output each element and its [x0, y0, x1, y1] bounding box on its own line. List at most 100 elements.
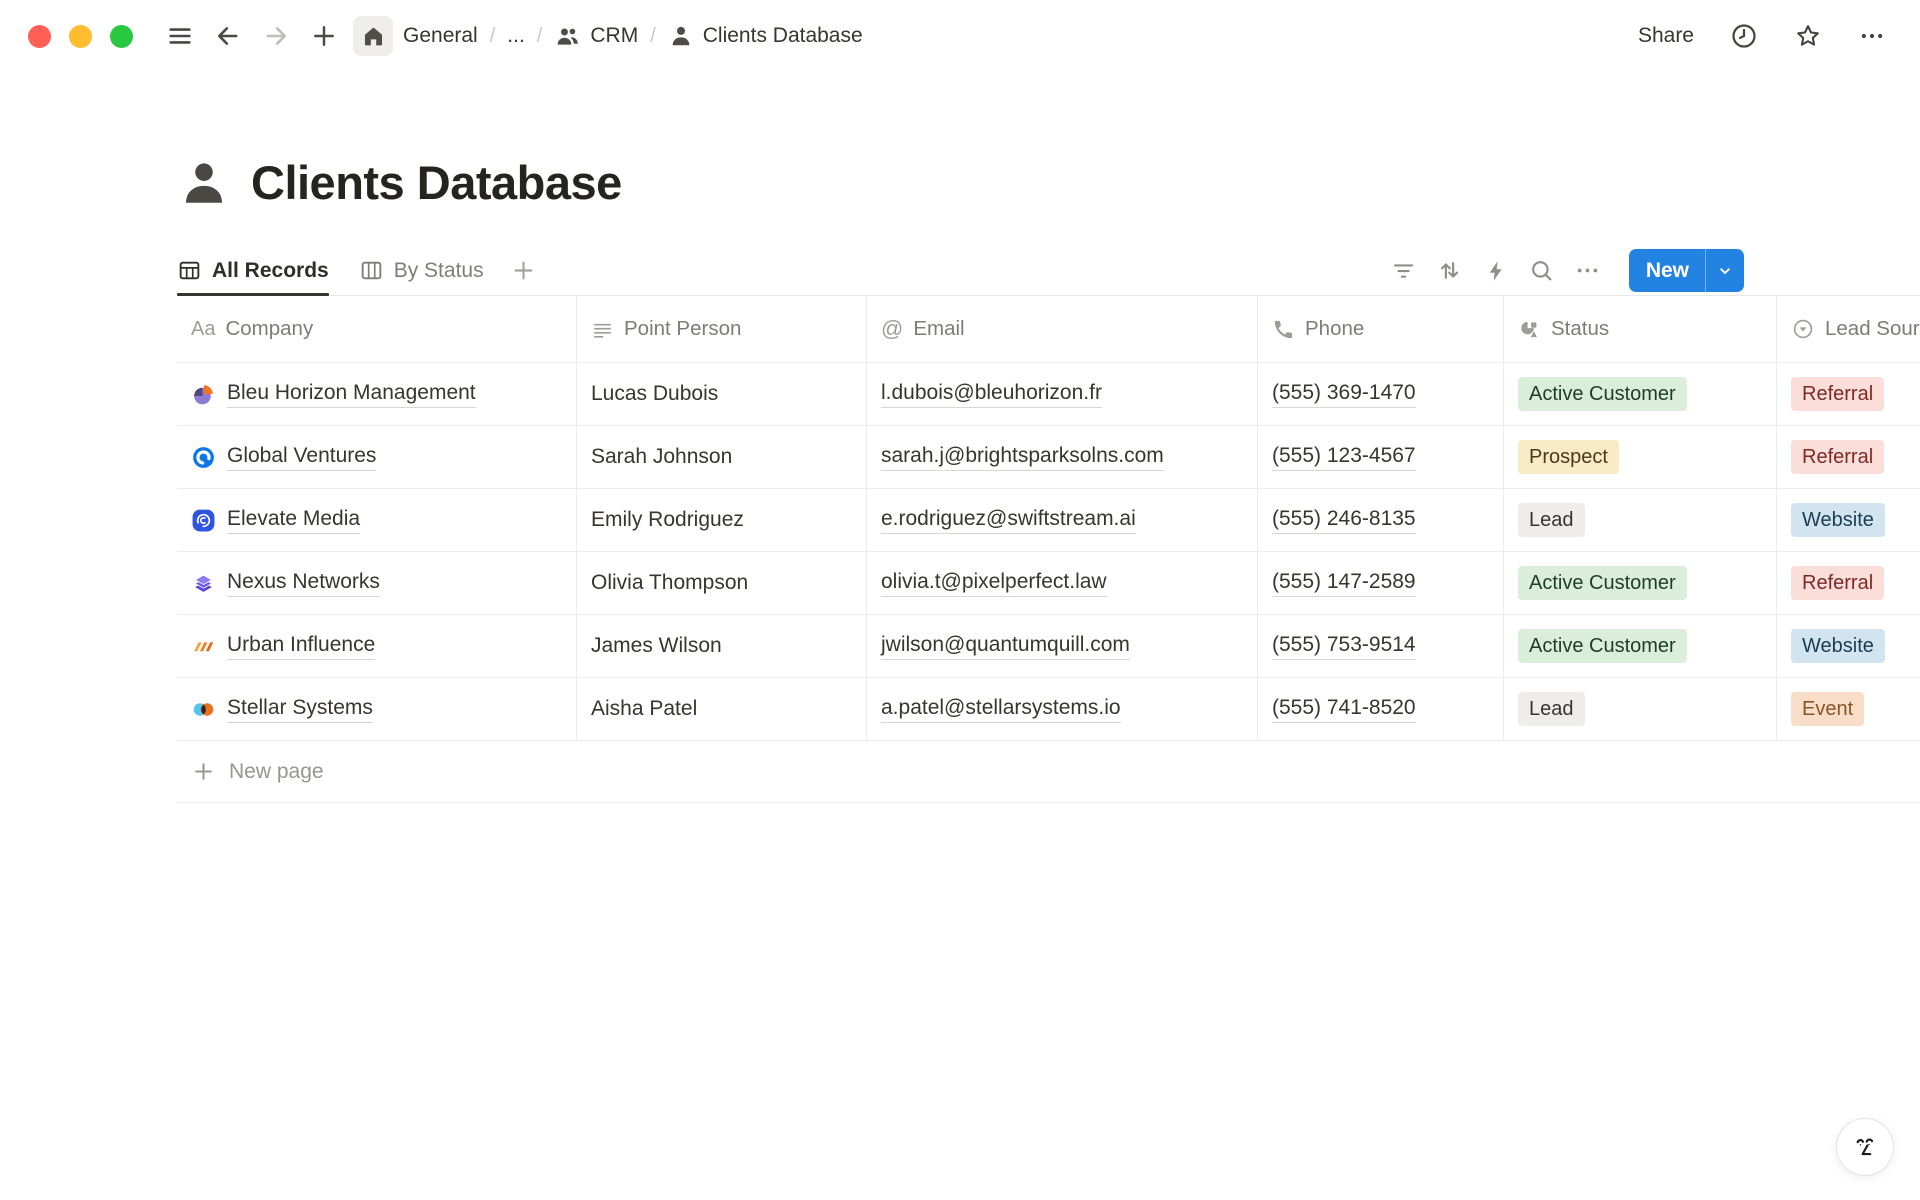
cell-lead-source[interactable]: Referral: [1777, 363, 1920, 425]
cell-company[interactable]: Stellar Systems: [177, 678, 577, 740]
breadcrumb-separator: /: [490, 25, 496, 48]
company-link[interactable]: Nexus Networks: [227, 569, 380, 597]
cell-status[interactable]: Lead: [1504, 678, 1777, 740]
column-header-point-person[interactable]: Point Person: [577, 296, 867, 362]
cell-email[interactable]: e.rodriguez@swiftstream.ai: [867, 489, 1258, 551]
column-header-email[interactable]: @ Email: [867, 296, 1258, 362]
company-link[interactable]: Bleu Horizon Management: [227, 380, 476, 408]
cell-company[interactable]: Bleu Horizon Management: [177, 363, 577, 425]
cell-email[interactable]: olivia.t@pixelperfect.law: [867, 552, 1258, 614]
cell-email[interactable]: sarah.j@brightsparksolns.com: [867, 426, 1258, 488]
company-link[interactable]: Elevate Media: [227, 506, 360, 534]
phone-link[interactable]: (555) 147-2589: [1272, 569, 1416, 597]
new-record-dropdown[interactable]: [1706, 261, 1744, 281]
cell-phone[interactable]: (555) 753-9514: [1258, 615, 1504, 677]
elevate-media-logo: [191, 508, 216, 533]
email-link[interactable]: l.dubois@bleuhorizon.fr: [881, 380, 1102, 408]
cell-status[interactable]: Active Customer: [1504, 363, 1777, 425]
zoom-window-button[interactable]: [110, 25, 133, 48]
filter-button[interactable]: [1387, 254, 1421, 288]
cell-point-person[interactable]: Olivia Thompson: [577, 552, 867, 614]
cell-status[interactable]: Active Customer: [1504, 615, 1777, 677]
cell-point-person[interactable]: Emily Rodriguez: [577, 489, 867, 551]
home-button[interactable]: [353, 16, 393, 56]
sort-button[interactable]: [1433, 254, 1467, 288]
company-link[interactable]: Urban Influence: [227, 632, 375, 660]
column-header-status[interactable]: Status: [1504, 296, 1777, 362]
email-link[interactable]: e.rodriguez@swiftstream.ai: [881, 506, 1136, 534]
help-button[interactable]: [1836, 1118, 1894, 1176]
view-options-button[interactable]: [1571, 254, 1605, 288]
column-header-company[interactable]: Aa Company: [177, 296, 577, 362]
updates-button[interactable]: [1730, 22, 1758, 50]
person-icon: [668, 23, 694, 49]
cell-point-person[interactable]: Lucas Dubois: [577, 363, 867, 425]
column-header-lead-source[interactable]: Lead Source: [1777, 296, 1920, 362]
page-icon-person[interactable]: [177, 156, 231, 210]
plus-icon: [310, 22, 338, 50]
notion-face-icon: [1848, 1130, 1882, 1164]
phone-link[interactable]: (555) 753-9514: [1272, 632, 1416, 660]
back-arrow-icon: [214, 22, 242, 50]
cell-lead-source[interactable]: Event: [1777, 678, 1920, 740]
cell-status[interactable]: Prospect: [1504, 426, 1777, 488]
tab-all-records[interactable]: All Records: [177, 246, 329, 295]
cell-status[interactable]: Lead: [1504, 489, 1777, 551]
cell-lead-source[interactable]: Website: [1777, 489, 1920, 551]
company-link[interactable]: Global Ventures: [227, 443, 376, 471]
cell-company[interactable]: Urban Influence: [177, 615, 577, 677]
email-link[interactable]: olivia.t@pixelperfect.law: [881, 569, 1107, 597]
column-header-phone[interactable]: Phone: [1258, 296, 1504, 362]
email-link[interactable]: a.patel@stellarsystems.io: [881, 695, 1121, 723]
favorite-button[interactable]: [1794, 22, 1822, 50]
cell-company[interactable]: Nexus Networks: [177, 552, 577, 614]
company-link[interactable]: Stellar Systems: [227, 695, 373, 723]
search-button[interactable]: [1525, 254, 1559, 288]
cell-phone[interactable]: (555) 123-4567: [1258, 426, 1504, 488]
cell-lead-source[interactable]: Referral: [1777, 552, 1920, 614]
new-page-button[interactable]: New page: [177, 741, 1920, 803]
cell-phone[interactable]: (555) 147-2589: [1258, 552, 1504, 614]
cell-email[interactable]: l.dubois@bleuhorizon.fr: [867, 363, 1258, 425]
phone-link[interactable]: (555) 369-1470: [1272, 380, 1416, 408]
cell-lead-source[interactable]: Website: [1777, 615, 1920, 677]
lead-source-badge: Event: [1791, 692, 1864, 726]
email-link[interactable]: jwilson@quantumquill.com: [881, 632, 1130, 660]
breadcrumb-collapsed[interactable]: ...: [507, 24, 525, 48]
cell-point-person[interactable]: James Wilson: [577, 615, 867, 677]
cell-company[interactable]: Elevate Media: [177, 489, 577, 551]
page-options-button[interactable]: [1858, 22, 1886, 50]
cell-phone[interactable]: (555) 246-8135: [1258, 489, 1504, 551]
add-view-button[interactable]: [510, 257, 537, 284]
share-button[interactable]: Share: [1638, 24, 1694, 48]
phone-link[interactable]: (555) 741-8520: [1272, 695, 1416, 723]
email-link[interactable]: sarah.j@brightsparksolns.com: [881, 443, 1164, 471]
cell-phone[interactable]: (555) 369-1470: [1258, 363, 1504, 425]
automations-button[interactable]: [1479, 254, 1513, 288]
sidebar-menu-button[interactable]: [161, 17, 199, 55]
cell-point-person[interactable]: Sarah Johnson: [577, 426, 867, 488]
close-window-button[interactable]: [28, 25, 51, 48]
breadcrumb-team[interactable]: CRM: [554, 23, 638, 50]
cell-email[interactable]: jwilson@quantumquill.com: [867, 615, 1258, 677]
cell-lead-source[interactable]: Referral: [1777, 426, 1920, 488]
column-label: Email: [913, 317, 964, 341]
cell-phone[interactable]: (555) 741-8520: [1258, 678, 1504, 740]
phone-link[interactable]: (555) 246-8135: [1272, 506, 1416, 534]
cell-status[interactable]: Active Customer: [1504, 552, 1777, 614]
cell-email[interactable]: a.patel@stellarsystems.io: [867, 678, 1258, 740]
breadcrumb-page[interactable]: Clients Database: [668, 23, 863, 49]
new-tab-button[interactable]: [305, 17, 343, 55]
tab-by-status[interactable]: By Status: [359, 246, 484, 295]
new-record-button[interactable]: New: [1629, 249, 1744, 292]
breadcrumb-root[interactable]: General: [403, 24, 478, 48]
phone-link[interactable]: (555) 123-4567: [1272, 443, 1416, 471]
cell-point-person[interactable]: Aisha Patel: [577, 678, 867, 740]
page-title[interactable]: Clients Database: [251, 156, 622, 210]
forward-button[interactable]: [257, 17, 295, 55]
table-row: Global Ventures Sarah Johnson sarah.j@br…: [177, 426, 1920, 489]
minimize-window-button[interactable]: [69, 25, 92, 48]
cell-company[interactable]: Global Ventures: [177, 426, 577, 488]
tab-label: By Status: [394, 259, 484, 283]
back-button[interactable]: [209, 17, 247, 55]
